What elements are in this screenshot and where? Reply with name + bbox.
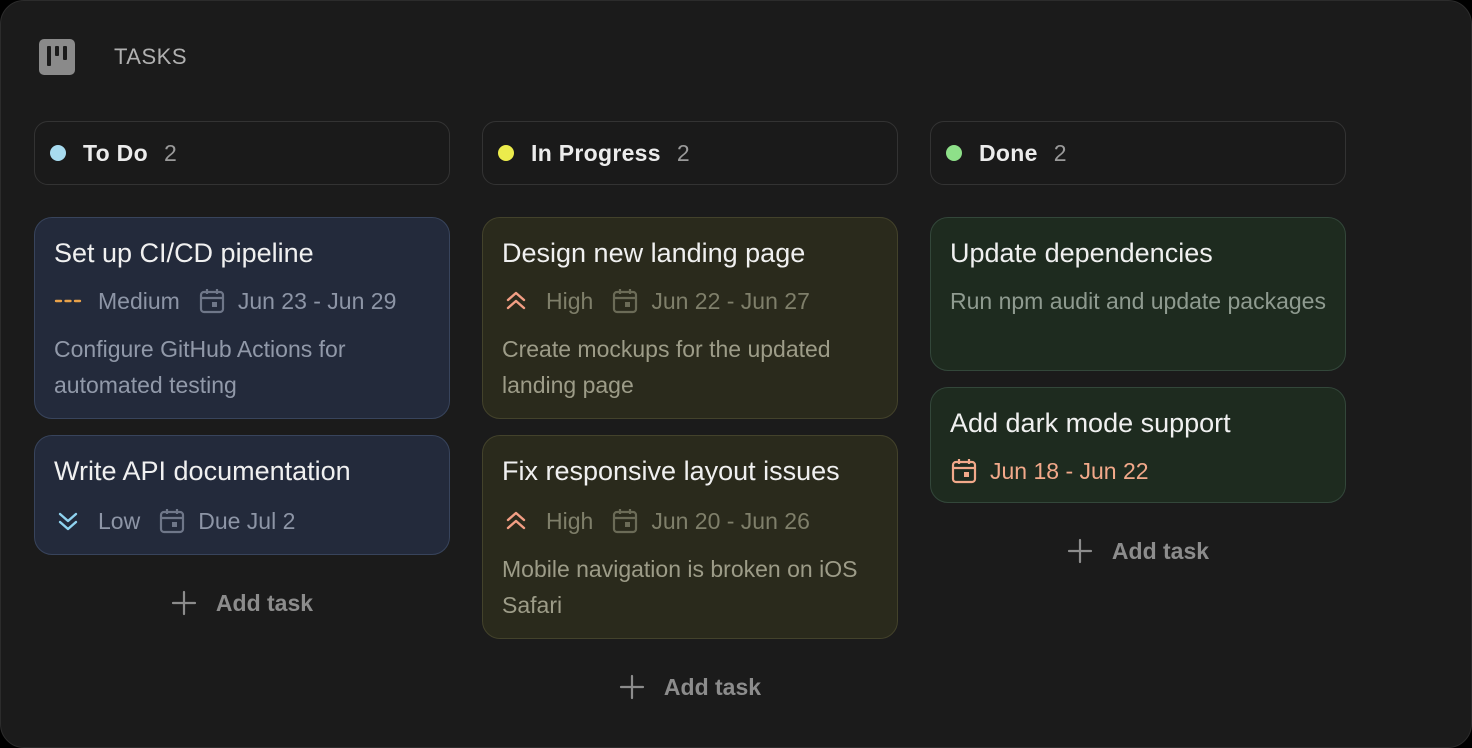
task-card[interactable]: Design new landing page High Jun 22 - Ju… — [482, 217, 898, 419]
plus-icon — [619, 674, 645, 700]
app-title: TASKS — [114, 44, 188, 69]
app-header: TASKS — [39, 39, 187, 75]
plus-icon — [171, 590, 197, 616]
add-task-label: Add task — [215, 589, 314, 616]
column-count: 2 — [1053, 139, 1067, 166]
status-dot — [946, 145, 962, 161]
task-description: Create mockups for the updated landing p… — [502, 336, 831, 398]
column-todo: To Do 2 Set up CI/CD pipeline Medium Jun… — [34, 121, 450, 616]
task-title: Update dependencies — [950, 238, 1213, 268]
add-task-label: Add task — [663, 673, 762, 700]
status-dot — [498, 145, 514, 161]
task-title: Add dark mode support — [950, 408, 1231, 438]
task-meta: High Jun 20 - Jun 26 — [502, 503, 878, 539]
column-header[interactable]: Done 2 — [930, 121, 1346, 185]
priority-label: Low — [98, 507, 141, 534]
add-task-label: Add task — [1111, 537, 1210, 564]
double-chevron-up-icon — [502, 507, 530, 535]
add-task-button[interactable]: Add task — [930, 533, 1346, 569]
date-range: Jun 22 - Jun 27 — [651, 287, 810, 314]
column-header[interactable]: In Progress 2 — [482, 121, 898, 185]
column-title: Done — [979, 139, 1038, 166]
date-range: Jun 20 - Jun 26 — [651, 507, 810, 534]
task-description: Mobile navigation is broken on iOS Safar… — [502, 556, 858, 618]
column-header[interactable]: To Do 2 — [34, 121, 450, 185]
calendar-icon — [611, 507, 639, 535]
calendar-icon — [950, 457, 978, 485]
task-meta: High Jun 22 - Jun 27 — [502, 283, 878, 319]
priority-label: High — [546, 287, 594, 314]
task-description: Configure GitHub Actions for automated t… — [54, 336, 346, 398]
date-range: Jun 18 - Jun 22 — [990, 457, 1149, 484]
status-dot — [50, 145, 66, 161]
task-meta: Jun 18 - Jun 22 — [950, 453, 1326, 489]
column-count: 2 — [163, 139, 177, 166]
task-meta: Medium Jun 23 - Jun 29 — [54, 283, 430, 319]
task-title: Write API documentation — [54, 456, 351, 486]
calendar-icon — [198, 287, 226, 315]
column-count: 2 — [676, 139, 690, 166]
task-card[interactable]: Write API documentation Low Due Jul 2 — [34, 435, 450, 555]
add-task-button[interactable]: Add task — [34, 585, 450, 621]
tasks-board: TASKS To Do 2 Set up CI/CD pipeline Medi… — [0, 0, 1472, 748]
column-title: To Do — [83, 139, 148, 166]
task-title: Design new landing page — [502, 238, 806, 268]
double-chevron-down-icon — [54, 507, 82, 535]
plus-icon — [1067, 538, 1093, 564]
due-date: Due Jul 2 — [198, 507, 296, 534]
task-card[interactable]: Set up CI/CD pipeline Medium Jun 23 - Ju… — [34, 217, 450, 419]
column-in-progress: In Progress 2 Design new landing page Hi… — [482, 121, 898, 700]
column-title: In Progress — [531, 139, 661, 166]
task-card[interactable]: Add dark mode support Jun 18 - Jun 22 — [930, 387, 1346, 503]
task-meta: Low Due Jul 2 — [54, 503, 430, 539]
column-done: Done 2 Update dependencies Run npm audit… — [930, 121, 1346, 564]
priority-label: Medium — [98, 287, 180, 314]
calendar-icon — [158, 507, 186, 535]
task-card[interactable]: Fix responsive layout issues High Jun 20… — [482, 435, 898, 639]
kanban-board-icon — [39, 39, 75, 75]
add-task-button[interactable]: Add task — [482, 669, 898, 705]
task-description: Run npm audit and update packages — [950, 288, 1326, 314]
task-card[interactable]: Update dependencies Run npm audit and up… — [930, 217, 1346, 371]
calendar-icon — [611, 287, 639, 315]
double-chevron-up-icon — [502, 287, 530, 315]
date-range: Jun 23 - Jun 29 — [237, 287, 397, 314]
task-title: Fix responsive layout issues — [502, 456, 840, 486]
priority-label: High — [546, 507, 594, 534]
task-title: Set up CI/CD pipeline — [54, 238, 314, 268]
dash-line-icon — [54, 287, 82, 315]
